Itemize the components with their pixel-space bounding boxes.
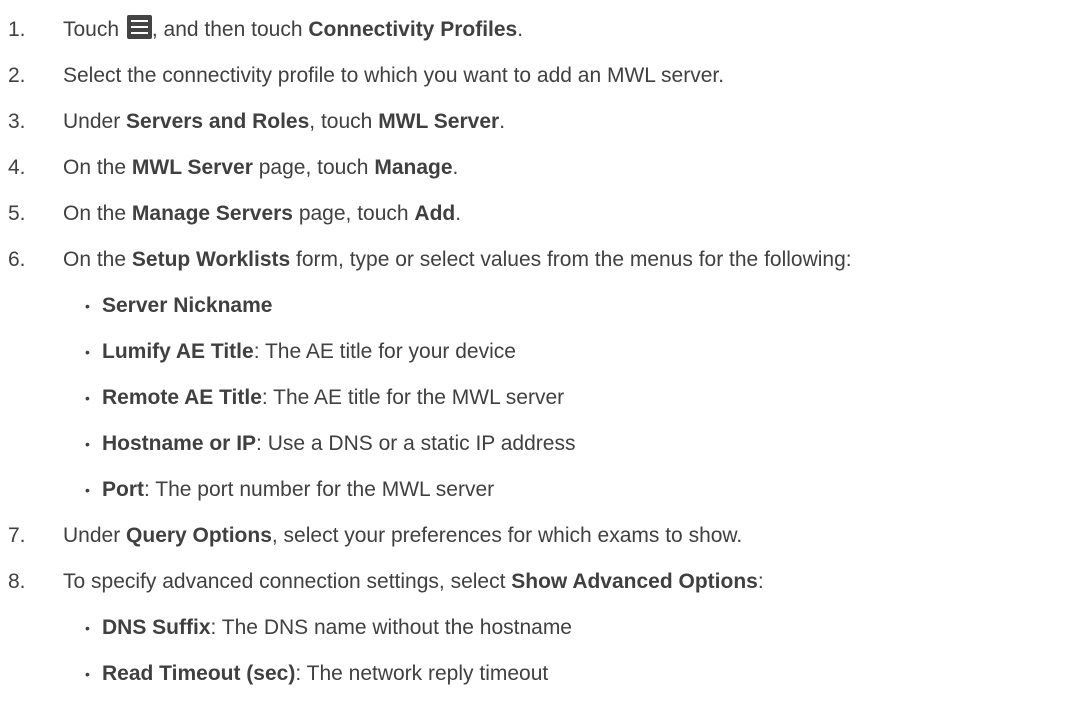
bullet-icon: • [85,390,90,406]
step-number: 7. [8,524,26,547]
step-text: Touch , and then touch Connectivity Prof… [63,15,523,45]
list-item-text: Hostname or IP: Use a DNS or a static IP… [102,432,576,455]
step-number: 1. [8,18,26,41]
bullet-icon: • [85,620,90,636]
bullet-icon: • [85,436,90,452]
list-item-text: Lumify AE Title: The AE title for your d… [102,340,516,363]
step-text: Select the connectivity profile to which… [63,64,725,87]
bullet-icon: • [85,666,90,682]
step-text: To specify advanced connection settings,… [63,570,764,593]
list-item-text: Port: The port number for the MWL server [102,478,495,501]
step-text: On the Setup Worklists form, type or sel… [63,248,852,271]
step-text: Under Servers and Roles, touch MWL Serve… [63,110,506,133]
step-number: 8. [8,570,26,593]
bullet-icon: • [85,344,90,360]
step-text: Under Query Options, select your prefere… [63,524,743,547]
list-item-text: Server Nickname [102,294,273,317]
step-number: 4. [8,156,26,179]
step-number: 2. [8,64,26,87]
bullet-icon: • [85,298,90,314]
bullet-icon: • [85,482,90,498]
step-number: 5. [8,202,26,225]
step-text: On the Manage Servers page, touch Add. [63,202,462,225]
list-item-text: DNS Suffix: The DNS name without the hos… [102,616,572,639]
menu-icon [126,15,152,39]
list-item-text: Remote AE Title: The AE title for the MW… [102,386,565,409]
step-number: 3. [8,110,26,133]
instruction-list: 1. Touch , and then touch Connectivity P… [0,0,1087,711]
list-item-text: Read Timeout (sec): The network reply ti… [102,662,549,685]
step-text: On the MWL Server page, touch Manage. [63,156,459,179]
step-number: 6. [8,248,26,271]
